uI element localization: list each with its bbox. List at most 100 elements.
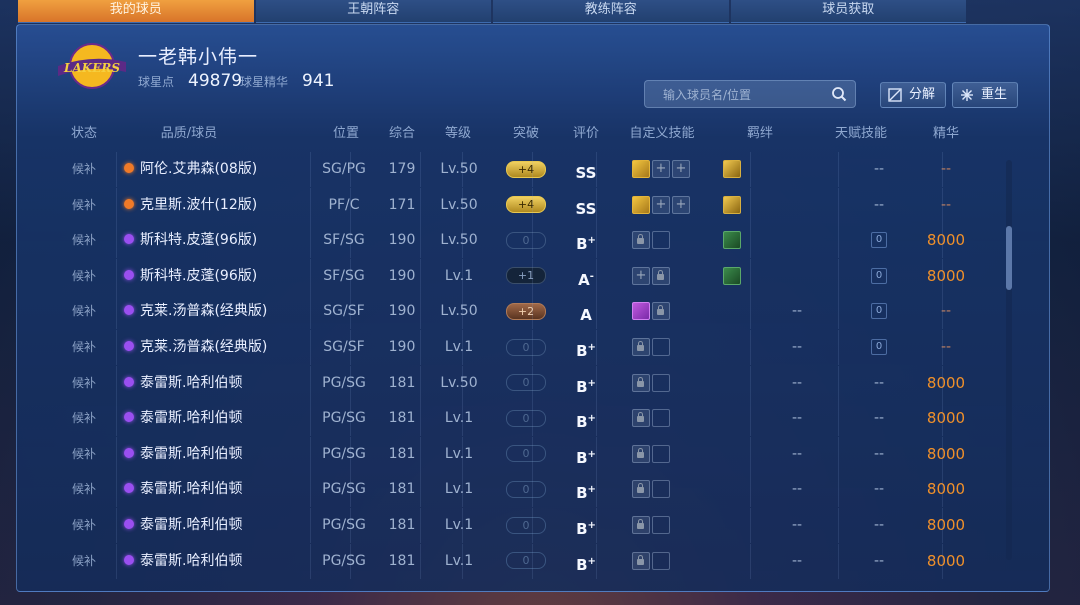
- column-divider: [532, 436, 533, 472]
- empty-skill-slot[interactable]: [652, 551, 670, 570]
- empty-skill-slot[interactable]: [652, 338, 670, 356]
- player-name: 泰雷斯.哈利伯顿: [140, 517, 243, 533]
- table-row[interactable]: 候补 泰雷斯.哈利伯顿 PG/SG 181 Lv.1 0 B+ -- -- 8000: [38, 472, 1008, 508]
- player-name-cell[interactable]: 泰雷斯.哈利伯顿: [124, 437, 310, 472]
- grade-cell: SS: [566, 152, 606, 187]
- bond-icon[interactable]: [723, 160, 741, 178]
- tab-dynasty-lineup[interactable]: 王朝阵容: [255, 0, 491, 23]
- player-position: SF/SG: [323, 232, 365, 249]
- player-name-cell[interactable]: 泰雷斯.哈利伯顿: [124, 401, 310, 436]
- player-grade: B: [576, 235, 588, 254]
- column-divider: [116, 472, 117, 508]
- player-name-cell[interactable]: 克里斯.波什(12版): [124, 188, 310, 223]
- column-divider: [532, 508, 533, 543]
- table-row[interactable]: 候补 克里斯.波什(12版) PF/C 171 Lv.50 +4 SS + + -- --: [38, 187, 1008, 223]
- column-divider: [750, 472, 751, 508]
- plus-icon[interactable]: +: [672, 195, 690, 214]
- bond-cell: [722, 366, 742, 401]
- plus-icon[interactable]: +: [652, 160, 670, 178]
- bond-icon[interactable]: [723, 266, 741, 285]
- empty-skill-slot[interactable]: [652, 231, 670, 250]
- player-name-cell[interactable]: 克莱.汤普森(经典版): [124, 330, 310, 365]
- plus-icon[interactable]: +: [632, 266, 650, 285]
- quality-dot-icon: [124, 376, 134, 387]
- table-row[interactable]: 候补 斯科特.皮蓬(96版) SF/SG 190 Lv.1 +1 A- +0 8000: [38, 258, 1008, 294]
- column-divider: [310, 543, 311, 579]
- table-row[interactable]: 候补 克莱.汤普森(经典版) SG/SF 190 Lv.50 +2 A -- 0 --: [38, 294, 1008, 330]
- table-row[interactable]: 候补 泰雷斯.哈利伯顿 PG/SG 181 Lv.1 0 B+ -- -- 8000: [38, 401, 1008, 437]
- talent-slot[interactable]: 0: [871, 232, 887, 249]
- player-name-cell[interactable]: 斯科特.皮蓬(96版): [124, 223, 310, 258]
- player-name-cell[interactable]: 阿伦.艾弗森(08版): [124, 152, 310, 187]
- talent-slot[interactable]: 0: [871, 339, 887, 355]
- search-icon[interactable]: [831, 86, 847, 102]
- tab-coach-lineup[interactable]: 教练阵容: [493, 0, 729, 23]
- plus-icon[interactable]: +: [672, 160, 690, 178]
- player-name: 克莱.汤普森(经典版): [140, 339, 268, 355]
- breakthrough-cell: +1: [504, 259, 548, 294]
- column-divider: [420, 436, 421, 472]
- search-input[interactable]: [661, 84, 825, 106]
- header-essence: 精华: [932, 126, 959, 141]
- skill-badge-icon[interactable]: [632, 160, 650, 178]
- scrollbar-thumb[interactable]: [1006, 226, 1012, 290]
- plus-icon[interactable]: +: [652, 195, 670, 214]
- column-divider: [750, 543, 751, 579]
- star-points-label: 球星点: [138, 75, 175, 89]
- rebirth-button[interactable]: 重生: [952, 82, 1018, 108]
- column-divider: [350, 543, 351, 579]
- table-row[interactable]: 候补 斯科特.皮蓬(96版) SF/SG 190 Lv.50 0 B+ 0 8000: [38, 223, 1008, 259]
- empty-skill-slot[interactable]: [652, 409, 670, 428]
- column-divider: [838, 223, 839, 259]
- lock-icon: [632, 480, 650, 499]
- breakthrough-cell: 0: [504, 472, 548, 507]
- talent-slot[interactable]: 0: [871, 267, 887, 284]
- column-divider: [838, 152, 839, 187]
- column-divider: [462, 152, 463, 187]
- column-divider: [838, 365, 839, 401]
- player-position: PF/C: [328, 196, 360, 213]
- column-divider: [350, 330, 351, 365]
- talent-slot[interactable]: 0: [871, 303, 887, 320]
- skill-badge-icon[interactable]: [632, 195, 650, 214]
- player-name-cell[interactable]: 斯科特.皮蓬(96版): [124, 259, 310, 294]
- bond-icon[interactable]: [723, 195, 741, 214]
- decompose-button[interactable]: 分解: [880, 82, 946, 108]
- column-divider: [116, 187, 117, 223]
- table-row[interactable]: 候补 克莱.汤普森(经典版) SG/SF 190 Lv.1 0 B+ -- 0 --: [38, 330, 1008, 365]
- bond-icon[interactable]: [723, 231, 741, 250]
- player-name-cell[interactable]: 泰雷斯.哈利伯顿: [124, 508, 310, 543]
- table-row[interactable]: 候补 泰雷斯.哈利伯顿 PG/SG 181 Lv.1 0 B+ -- -- 8000: [38, 508, 1008, 543]
- table-row[interactable]: 候补 泰雷斯.哈利伯顿 PG/SG 181 Lv.1 0 B+ -- -- 8000: [38, 543, 1008, 579]
- player-grade: B: [576, 520, 588, 538]
- tab-my-players[interactable]: 我的球员: [18, 0, 254, 23]
- tab-player-acquire[interactable]: 球员获取: [730, 0, 966, 23]
- empty-skill-slot[interactable]: [652, 373, 670, 392]
- table-row[interactable]: 候补 泰雷斯.哈利伯顿 PG/SG 181 Lv.1 0 B+ -- -- 8000: [38, 436, 1008, 472]
- bond-cell: [722, 544, 742, 579]
- column-divider: [532, 543, 533, 579]
- player-state: 候补: [71, 411, 96, 426]
- player-name-cell[interactable]: 泰雷斯.哈利伯顿: [124, 472, 310, 507]
- player-position: SG/SF: [323, 339, 365, 355]
- custom-skills: [618, 223, 732, 258]
- player-name-cell[interactable]: 泰雷斯.哈利伯顿: [124, 366, 310, 401]
- column-divider: [462, 543, 463, 579]
- player-level: Lv.50: [440, 303, 478, 320]
- column-divider: [596, 472, 597, 508]
- scrollbar-track[interactable]: [1006, 160, 1012, 560]
- player-name-cell[interactable]: 泰雷斯.哈利伯顿: [124, 544, 310, 579]
- table-row[interactable]: 候补 阿伦.艾弗森(08版) SG/PG 179 Lv.50 +4 SS + + -- --: [38, 152, 1008, 187]
- breakthrough-badge: +2: [506, 302, 546, 320]
- column-divider: [350, 258, 351, 294]
- player-name-cell[interactable]: 克莱.汤普森(经典版): [124, 294, 310, 329]
- player-overall: 190: [388, 339, 416, 355]
- skill-badge-icon[interactable]: [632, 302, 650, 321]
- custom-skills: [618, 294, 732, 329]
- lock-icon: [632, 231, 650, 250]
- empty-skill-slot[interactable]: [652, 480, 670, 499]
- empty-skill-slot[interactable]: [652, 444, 670, 463]
- custom-skills: [618, 437, 732, 472]
- empty-skill-slot[interactable]: [652, 516, 670, 534]
- table-row[interactable]: 候补 泰雷斯.哈利伯顿 PG/SG 181 Lv.50 0 B+ -- -- 8000: [38, 365, 1008, 401]
